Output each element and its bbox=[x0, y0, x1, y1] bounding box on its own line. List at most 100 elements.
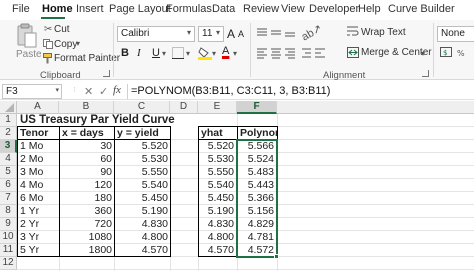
grow-font-button[interactable]: A bbox=[227, 27, 235, 41]
column-header-b[interactable]: B bbox=[59, 101, 114, 114]
cell-yhat[interactable]: 4.830 bbox=[199, 218, 236, 231]
chevron-down-icon[interactable]: ▾ bbox=[233, 49, 237, 58]
cell-days[interactable]: 180 bbox=[60, 192, 114, 205]
bold-button[interactable]: B bbox=[121, 47, 129, 59]
cut-button[interactable]: Cut bbox=[54, 24, 70, 35]
cell-tenor[interactable]: 3 Yr bbox=[18, 231, 59, 244]
tab-file[interactable]: File bbox=[12, 3, 30, 15]
align-top-icon[interactable] bbox=[257, 28, 297, 41]
select-all-corner[interactable] bbox=[0, 101, 17, 114]
cell-yhat[interactable]: 5.530 bbox=[199, 153, 236, 166]
indent-icon[interactable] bbox=[299, 48, 327, 62]
cancel-entry-icon[interactable]: ✕ bbox=[84, 85, 93, 98]
cell-polynom[interactable]: 5.366 bbox=[238, 192, 276, 205]
cell-tenor[interactable]: 1 Mo bbox=[18, 140, 59, 153]
tab-help[interactable]: Help bbox=[358, 3, 381, 15]
enter-entry-icon[interactable]: ✓ bbox=[99, 85, 108, 98]
chevron-down-icon[interactable]: ▾ bbox=[162, 49, 166, 58]
chevron-down-icon[interactable]: ▾ bbox=[212, 49, 216, 58]
row-header-8[interactable]: 8 bbox=[0, 205, 17, 218]
cell-yield[interactable]: 4.800 bbox=[115, 231, 170, 244]
cell-days[interactable]: 30 bbox=[60, 140, 114, 153]
copy-dropdown-icon[interactable]: ▾ bbox=[76, 39, 80, 48]
row-header-2[interactable]: 2 bbox=[0, 127, 17, 140]
font-name-combo[interactable]: Calibri ▾ bbox=[117, 26, 195, 42]
tab-view[interactable]: View bbox=[281, 3, 305, 15]
row-header-5[interactable]: 5 bbox=[0, 166, 17, 179]
column-header-c[interactable]: C bbox=[114, 101, 170, 114]
row-header-10[interactable]: 10 bbox=[0, 231, 17, 244]
row-header-1[interactable]: 1 bbox=[0, 114, 17, 127]
row-header-3[interactable]: 3 bbox=[0, 140, 17, 153]
cell-yield[interactable]: 5.520 bbox=[115, 140, 170, 153]
tab-page-layout[interactable]: Page Layout bbox=[109, 3, 171, 15]
row-header-11[interactable]: 11 bbox=[0, 244, 17, 257]
shrink-font-button[interactable]: A bbox=[238, 29, 244, 39]
cell-days[interactable]: 90 bbox=[60, 166, 114, 179]
cell-days[interactable]: 360 bbox=[60, 205, 114, 218]
clipboard-launcher-icon[interactable] bbox=[103, 70, 110, 77]
font-size-combo[interactable]: 11 ▾ bbox=[198, 26, 224, 42]
fill-handle[interactable] bbox=[274, 254, 279, 259]
number-format-combo[interactable]: None bbox=[437, 26, 474, 42]
cell-days[interactable]: 60 bbox=[60, 153, 114, 166]
cell-yhat[interactable]: 5.450 bbox=[199, 192, 236, 205]
format-painter-button[interactable]: Format Painter bbox=[54, 53, 120, 64]
cell-yield[interactable]: 5.450 bbox=[115, 192, 170, 205]
row-header-6[interactable]: 6 bbox=[0, 179, 17, 192]
tab-data[interactable]: Data bbox=[212, 3, 235, 15]
cell-yhat[interactable]: 5.550 bbox=[199, 166, 236, 179]
cell-yield[interactable]: 5.550 bbox=[115, 166, 170, 179]
column-header-f[interactable]: F bbox=[237, 101, 277, 114]
cell-yhat[interactable]: 4.800 bbox=[199, 231, 236, 244]
underline-button[interactable]: U bbox=[152, 47, 160, 59]
cell-days[interactable]: 120 bbox=[60, 179, 114, 192]
row-header-7[interactable]: 7 bbox=[0, 192, 17, 205]
orientation-icon[interactable]: ab↗ bbox=[299, 22, 325, 43]
row-header-9[interactable]: 9 bbox=[0, 218, 17, 231]
cell-polynom[interactable]: 5.443 bbox=[238, 179, 276, 192]
sheet-title[interactable]: US Treasury Par Yield Curve bbox=[18, 114, 218, 127]
row-header-12[interactable]: 12 bbox=[0, 257, 17, 270]
cell-yhat[interactable]: 5.540 bbox=[199, 179, 236, 192]
cell-yield[interactable]: 4.570 bbox=[115, 244, 170, 257]
tab-home[interactable]: Home bbox=[42, 3, 73, 15]
tab-insert[interactable]: Insert bbox=[76, 3, 104, 15]
tab-review[interactable]: Review bbox=[243, 3, 279, 15]
cell-yield[interactable]: 4.830 bbox=[115, 218, 170, 231]
cell-yhat[interactable]: 5.190 bbox=[199, 205, 236, 218]
cell-polynom[interactable]: 5.483 bbox=[238, 166, 276, 179]
cell-polynom[interactable]: 4.781 bbox=[238, 231, 276, 244]
cell-polynom[interactable]: 4.572 bbox=[238, 244, 276, 257]
cell-tenor[interactable]: 5 Yr bbox=[18, 244, 59, 257]
cell-polynom[interactable]: 5.524 bbox=[238, 153, 276, 166]
cell-yield[interactable]: 5.530 bbox=[115, 153, 170, 166]
column-header-d[interactable]: D bbox=[170, 101, 198, 114]
accounting-format-icon[interactable]: $% bbox=[440, 47, 470, 62]
cut-icon[interactable]: ✂ bbox=[44, 24, 52, 35]
name-box[interactable]: F3 ▾ bbox=[2, 84, 62, 99]
chevron-down-icon[interactable]: ▾ bbox=[186, 49, 190, 58]
cell-yield[interactable]: 5.540 bbox=[115, 179, 170, 192]
cell-days[interactable]: 1800 bbox=[60, 244, 114, 257]
row-header-4[interactable]: 4 bbox=[0, 153, 17, 166]
borders-icon[interactable] bbox=[172, 47, 184, 62]
cell-polynom[interactable]: 4.829 bbox=[238, 218, 276, 231]
cell-polynom[interactable]: 5.566 bbox=[238, 140, 276, 153]
tab-developer[interactable]: Developer bbox=[309, 3, 359, 15]
cell-yield[interactable]: 5.190 bbox=[115, 205, 170, 218]
tab-curve-builder[interactable]: Curve Builder bbox=[388, 3, 455, 15]
font-color-button[interactable]: A bbox=[222, 45, 229, 57]
alignment-launcher-icon[interactable] bbox=[422, 70, 429, 77]
cell-tenor[interactable]: 1 Yr bbox=[18, 205, 59, 218]
wrap-text-button[interactable]: Wrap Text bbox=[361, 27, 406, 38]
chevron-down-icon[interactable]: ▾ bbox=[421, 49, 425, 58]
column-header-e[interactable]: E bbox=[198, 101, 237, 114]
tab-formulas[interactable]: Formulas bbox=[166, 3, 212, 15]
worksheet-grid[interactable]: A B C D E F 1 2 3 4 5 6 7 8 9 10 11 12 U… bbox=[0, 101, 474, 271]
copy-button[interactable]: Copy bbox=[54, 39, 77, 50]
column-header-a[interactable]: A bbox=[17, 101, 59, 114]
copy-icon[interactable] bbox=[43, 39, 53, 52]
cell-days[interactable]: 1080 bbox=[60, 231, 114, 244]
formula-input[interactable]: =POLYNOM(B3:B11, C3:C11, 3, B3:B11) bbox=[131, 85, 330, 97]
